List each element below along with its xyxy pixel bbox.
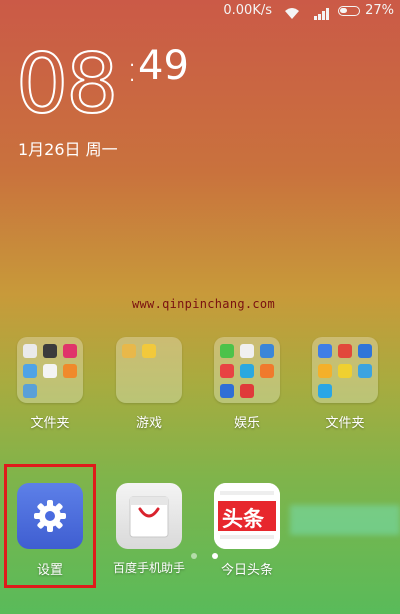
app-thumb-icon	[338, 364, 352, 378]
app-thumb-icon	[43, 364, 57, 378]
app-thumb-icon	[358, 344, 372, 358]
blurred-region	[290, 505, 400, 535]
app-thumb-icon	[358, 364, 372, 378]
folder-1[interactable]	[17, 337, 83, 403]
app-thumb-icon	[63, 344, 77, 358]
clock-widget[interactable]: 08 : 49	[15, 43, 189, 127]
app-thumb-icon	[122, 344, 136, 358]
app-thumb-icon	[220, 344, 234, 358]
network-speed: 0.00K/s	[223, 3, 272, 18]
folder-2[interactable]	[116, 337, 182, 403]
app-thumb-icon	[240, 364, 254, 378]
app-thumb-icon	[260, 364, 274, 378]
watermark: www.qinpinchang.com	[132, 297, 275, 311]
app-thumb-icon	[63, 364, 77, 378]
app-thumb-icon	[260, 344, 274, 358]
folder-label: 文件夹	[30, 416, 70, 431]
clock-hours: 08	[15, 37, 119, 132]
folder-label: 文件夹	[325, 416, 365, 431]
toutiao-app[interactable]: 头条	[214, 483, 280, 549]
app-thumb-icon	[142, 344, 156, 358]
battery-percent: 27%	[365, 3, 394, 18]
folder-label: 娱乐	[233, 416, 260, 431]
app-thumb-icon	[318, 384, 332, 398]
highlight-box	[4, 464, 96, 588]
shopping-bag-icon	[128, 493, 170, 543]
status-bar: 0.00K/s 27%	[0, 0, 400, 24]
wifi-icon	[284, 5, 300, 24]
app-thumb-icon	[23, 344, 37, 358]
app-thumb-icon	[318, 364, 332, 378]
app-label-toutiao: 今日头条	[220, 563, 273, 578]
app-thumb-icon	[23, 384, 37, 398]
signal-icon	[314, 5, 330, 24]
app-thumb-icon	[338, 344, 352, 358]
toutiao-logo-text: 头条	[222, 507, 264, 531]
app-thumb-icon	[240, 384, 254, 398]
folder-4[interactable]	[312, 337, 378, 403]
baidu-assistant-app[interactable]	[116, 483, 182, 549]
app-thumb-icon	[220, 384, 234, 398]
date-label: 1月26日 周一	[18, 140, 118, 159]
app-thumb-icon	[318, 344, 332, 358]
app-thumb-icon	[23, 364, 37, 378]
clock-minutes: 49	[138, 43, 189, 89]
folder-label: 游戏	[135, 416, 162, 431]
folder-3[interactable]	[214, 337, 280, 403]
app-thumb-icon	[220, 364, 234, 378]
app-label-baidu: 百度手机助手	[112, 561, 185, 575]
app-thumb-icon	[43, 344, 57, 358]
app-thumb-icon	[240, 344, 254, 358]
clock-colon: :	[126, 49, 138, 90]
battery-icon	[338, 6, 360, 16]
